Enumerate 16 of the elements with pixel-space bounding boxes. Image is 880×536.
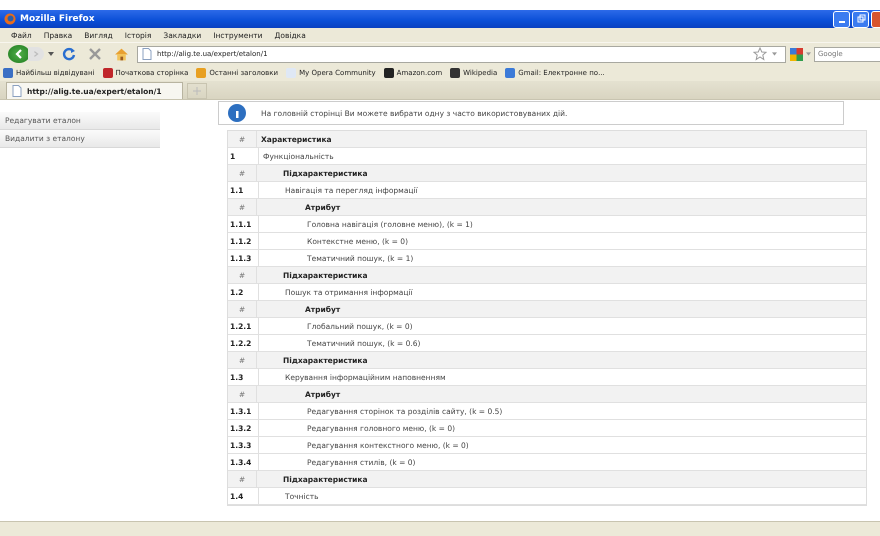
home-icon[interactable] (114, 46, 129, 62)
star-icon[interactable] (753, 47, 767, 61)
minimize-icon (838, 20, 844, 22)
back-button[interactable] (8, 45, 30, 63)
restore-button[interactable] (852, 10, 869, 28)
minimize-button[interactable] (833, 10, 850, 28)
plus-icon (193, 87, 201, 95)
page-icon (142, 48, 152, 60)
page-icon (12, 85, 22, 97)
reload-icon[interactable] (62, 47, 76, 61)
dropdown-arrow-icon[interactable] (772, 52, 777, 56)
window-title: Mozilla Firefox (20, 14, 95, 24)
stop-icon[interactable] (88, 47, 102, 61)
info-icon (227, 103, 247, 123)
restore-icon (856, 14, 866, 24)
dropdown-arrow-icon[interactable] (48, 52, 54, 56)
